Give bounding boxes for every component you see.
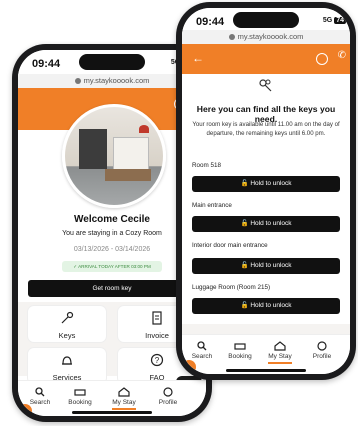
key-label-room: Room 518 xyxy=(192,162,222,169)
back-arrow-icon[interactable]: ← xyxy=(192,51,204,65)
tab-bar: Search Booking My Stay Profile xyxy=(18,380,206,416)
tile-keys-label: Keys xyxy=(58,331,76,340)
phone-icon[interactable]: ✆ xyxy=(338,50,346,61)
bed-icon xyxy=(234,343,246,350)
svg-text:?: ? xyxy=(155,356,160,365)
battery-level-right: 74 xyxy=(334,17,346,24)
phone-right: 09:44 5G 74 my.staykooook.com ← ✆ Here y… xyxy=(176,2,356,380)
tab-booking[interactable]: Booking xyxy=(60,387,100,406)
unlock-icon: 🔓 xyxy=(240,302,251,309)
phone-right-screen: 09:44 5G 74 my.staykooook.com ← ✆ Here y… xyxy=(182,8,350,374)
home-indicator-right xyxy=(226,369,306,372)
tab-search-right[interactable]: Search xyxy=(182,341,222,360)
arrival-text: ARRIVAL TODAY AFTER 03:00 PM xyxy=(78,264,151,269)
status-time-right: 09:44 xyxy=(196,16,225,28)
dynamic-island-right xyxy=(233,12,299,28)
key-label-luggage-room: Luggage Room (Room 215) xyxy=(192,284,271,291)
tile-invoice-label: Invoice xyxy=(145,331,169,340)
key-icon xyxy=(60,311,74,325)
dynamic-island xyxy=(79,54,145,70)
lock-icon xyxy=(74,78,81,85)
home-icon xyxy=(118,387,130,397)
app-logo-badge-right xyxy=(182,360,196,374)
url-text-right: my.staykooook.com xyxy=(237,32,304,41)
url-bar-right[interactable]: my.staykooook.com xyxy=(182,30,350,44)
tab-search-right-label: Search xyxy=(191,353,213,360)
active-tab-indicator-right xyxy=(268,362,292,364)
keys-icon xyxy=(258,78,274,99)
unlock-room-label: Hold to unlock xyxy=(250,180,292,187)
unlock-room-button[interactable]: 🔓 Hold to unlock xyxy=(192,176,340,192)
unlock-interior-door-button[interactable]: 🔓 Hold to unlock xyxy=(192,258,340,274)
lock-icon-right xyxy=(228,34,235,41)
home-indicator xyxy=(72,411,152,414)
profile-icon xyxy=(163,387,173,397)
tab-profile-right-label: Profile xyxy=(312,353,332,360)
search-icon xyxy=(35,387,45,397)
unlock-luggage-room-button[interactable]: 🔓 Hold to unlock xyxy=(192,298,340,314)
tab-booking-right-label: Booking xyxy=(228,353,252,360)
tile-services[interactable]: Services xyxy=(28,348,106,384)
header-bar-right: ← ✆ xyxy=(182,44,350,74)
unlock-icon: 🔓 xyxy=(240,180,251,187)
tab-profile-right[interactable]: Profile xyxy=(302,341,342,360)
get-room-key-button[interactable]: Get room key xyxy=(28,280,196,297)
key-label-interior-door: Interior door main entrance xyxy=(192,242,268,249)
tab-profile-label: Profile xyxy=(158,399,178,406)
signal-indicator-right: 5G 74 xyxy=(323,17,346,24)
unlock-main-entrance-button[interactable]: 🔓 Hold to unlock xyxy=(192,216,340,232)
status-time: 09:44 xyxy=(32,58,61,70)
room-photo xyxy=(62,104,166,208)
tab-bar-right: Search Booking My Stay Profile xyxy=(182,334,350,374)
tab-mystay-right-label: My Stay xyxy=(268,353,292,360)
question-icon: ? xyxy=(150,353,164,367)
app-logo-badge xyxy=(18,404,32,416)
tab-booking-label: Booking xyxy=(68,399,92,406)
bell-icon xyxy=(60,353,74,367)
tile-keys[interactable]: Keys xyxy=(28,306,106,342)
active-tab-indicator xyxy=(112,408,136,410)
tab-mystay[interactable]: My Stay xyxy=(104,387,144,410)
network-label-right: 5G xyxy=(322,17,333,24)
profile-icon xyxy=(317,341,327,351)
key-label-main-entrance: Main entrance xyxy=(192,202,232,209)
unlock-luggage-room-label: Hold to unlock xyxy=(250,302,292,309)
search-icon xyxy=(197,341,207,351)
unlock-icon: 🔓 xyxy=(240,220,251,227)
bed-icon xyxy=(74,389,86,396)
invoice-icon xyxy=(150,311,164,325)
tab-mystay-label: My Stay xyxy=(112,399,136,406)
unlock-icon: 🔓 xyxy=(240,262,251,269)
tab-profile[interactable]: Profile xyxy=(148,387,188,406)
tab-booking-right[interactable]: Booking xyxy=(220,341,260,360)
url-text: my.staykooook.com xyxy=(83,76,150,85)
tab-mystay-right[interactable]: My Stay xyxy=(260,341,300,364)
unlock-interior-door-label: Hold to unlock xyxy=(250,262,292,269)
home-icon xyxy=(274,341,286,351)
arrival-badge: ✓ ARRIVAL TODAY AFTER 03:00 PM xyxy=(62,261,162,272)
keys-subtext: Your room key is available until 11.00 a… xyxy=(192,121,340,137)
tab-search-label: Search xyxy=(29,399,51,406)
globe-icon-right[interactable] xyxy=(316,53,328,65)
unlock-main-entrance-label: Hold to unlock xyxy=(250,220,292,227)
